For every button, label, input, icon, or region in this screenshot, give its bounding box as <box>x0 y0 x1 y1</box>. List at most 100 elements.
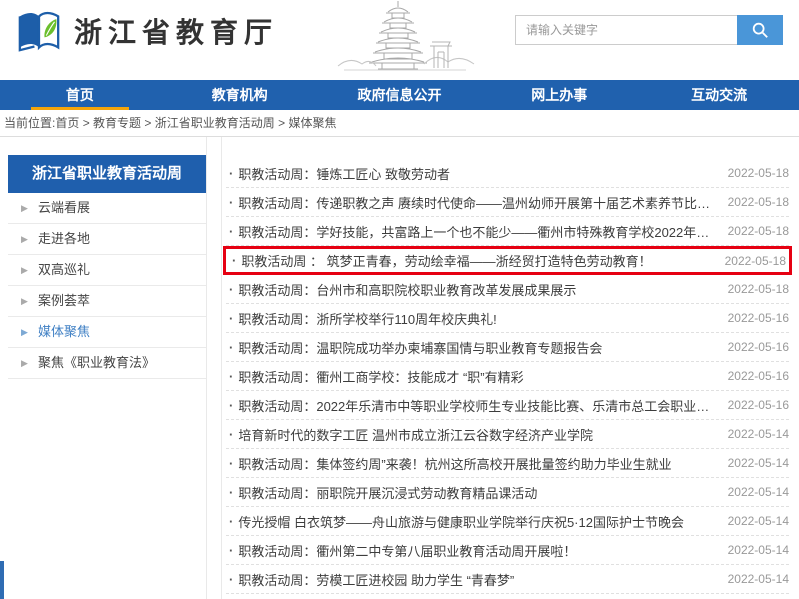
breadcrumb-item[interactable]: 媒体聚焦 <box>288 116 336 130</box>
news-row: · 职教活动周 ： 筑梦正青春，劳动绘幸福——浙经贸打造特色劳动教育！ 2022… <box>223 246 792 275</box>
news-row: · 职教活动周：学好技能，共富路上一个也不能少——衢州市特殊教育学校2022年职… <box>226 217 789 246</box>
nav-tab-label: 教育机构 <box>212 85 268 105</box>
news-date: 2022-05-14 <box>728 543 789 557</box>
bullet-icon: · <box>229 166 233 181</box>
breadcrumb: 当前位置:首页 > 教育专题 > 浙江省职业教育活动周 > 媒体聚焦 <box>0 110 799 137</box>
nav-tab-label: 互动交流 <box>691 85 747 105</box>
news-title-link[interactable]: 传光授帽 白衣筑梦——舟山旅游与健康职业学院举行庆祝5·12国际护士节晚会 <box>238 512 715 531</box>
breadcrumb-prefix: 当前位置: <box>4 116 55 130</box>
news-title-link[interactable]: 职教活动周 ： 筑梦正青春，劳动绘幸福——浙经贸打造特色劳动教育！ <box>241 251 712 270</box>
news-row: · 职教活动周：劳模工匠进校园 助力学生 “青春梦” 2022-05-14 <box>226 565 789 594</box>
sidebar-item[interactable]: ▶ 双高巡礼 <box>8 255 206 286</box>
news-title-link[interactable]: 职教活动周：集体签约周”来袭！杭州这所高校开展批量签约助力毕业生就业 <box>238 454 715 473</box>
news-date: 2022-05-18 <box>725 254 786 268</box>
sidebar-item-label: 走进各地 <box>38 231 90 246</box>
bullet-icon: · <box>229 282 233 297</box>
news-date: 2022-05-18 <box>728 224 789 238</box>
breadcrumb-item[interactable]: 教育专题 <box>93 116 141 130</box>
sidebar-item-label: 案例荟萃 <box>38 293 90 308</box>
news-title-link[interactable]: 职教活动周：传递职教之声 赓续时代使命——温州幼师开展第十届艺术素养节比赛暨职业… <box>238 193 715 212</box>
news-row: · 职教活动周：衢州第二中专第八届职业教育活动周开展啦！ 2022-05-14 <box>226 536 789 565</box>
nav-tab[interactable]: 政府信息公开 <box>320 80 480 110</box>
sidebar-item-label: 聚焦《职业教育法》 <box>38 355 155 370</box>
bullet-icon: · <box>229 543 233 558</box>
site-header: 浙江省教育厅 <box>0 0 799 80</box>
news-title-link[interactable]: 培育新时代的数字工匠 温州市成立浙江云谷数字经济产业学院 <box>238 425 715 444</box>
bullet-icon: · <box>229 195 233 210</box>
sidebar-item-label: 双高巡礼 <box>38 262 90 277</box>
bullet-icon: · <box>229 311 233 326</box>
news-title-link[interactable]: 职教活动周：温职院成功举办柬埔寨国情与职业教育专题报告会 <box>238 338 715 357</box>
search-input[interactable] <box>515 15 737 45</box>
nav-tab[interactable]: 网上办事 <box>479 80 639 110</box>
sidebar-item-label: 云端看展 <box>38 200 90 215</box>
bullet-icon: · <box>229 369 233 384</box>
news-title-link[interactable]: 职教活动周：学好技能，共富路上一个也不能少——衢州市特殊教育学校2022年职业教… <box>238 222 715 241</box>
breadcrumb-item[interactable]: 首页 <box>55 116 79 130</box>
bullet-icon: · <box>229 427 233 442</box>
news-title-link[interactable]: 职教活动周：锤炼工匠心 致敬劳动者 <box>238 164 715 183</box>
pagoda-sketch-icon <box>336 0 476 74</box>
page: 浙江省教育厅 首页教育机构政府信息公开网上办事互动交 <box>0 0 799 599</box>
chevron-right-icon: ▶ <box>21 317 28 347</box>
search-button[interactable] <box>737 15 783 45</box>
news-date: 2022-05-16 <box>728 340 789 354</box>
news-date: 2022-05-14 <box>728 427 789 441</box>
sidebar-menu: 浙江省职业教育活动周 ▶ 云端看展 ▶ 走进各地 ▶ 双高巡礼 ▶ 案例荟萃 ▶… <box>8 155 206 379</box>
news-row: · 职教活动周：浙所学校举行110周年校庆典礼! 2022-05-16 <box>226 304 789 333</box>
chevron-right-icon: ▶ <box>21 193 28 223</box>
sidebar-item[interactable]: ▶ 走进各地 <box>8 224 206 255</box>
bullet-icon: · <box>229 572 233 587</box>
nav-tab-label: 政府信息公开 <box>357 85 441 105</box>
news-row: · 培育新时代的数字工匠 温州市成立浙江云谷数字经济产业学院 2022-05-1… <box>226 420 789 449</box>
main-nav: 首页 教育机构 政府信息公开 网上办事 互动交流 <box>0 80 799 110</box>
nav-tab[interactable]: 首页 <box>0 80 160 110</box>
breadcrumb-item[interactable]: 浙江省职业教育活动周 <box>155 116 275 130</box>
sidebar-title: 浙江省职业教育活动周 <box>8 155 206 193</box>
bullet-icon: · <box>229 456 233 471</box>
bullet-icon: · <box>232 253 236 268</box>
sidebar-item[interactable]: ▶ 案例荟萃 <box>8 286 206 317</box>
corner-accent-strip <box>0 561 4 599</box>
news-row: · 职教活动周：2022年乐清市中等职业学校师生专业技能比赛、乐清市总工会职业技… <box>226 391 789 420</box>
news-row: · 传光授帽 白衣筑梦——舟山旅游与健康职业学院举行庆祝5·12国际护士节晚会 … <box>226 507 789 536</box>
nav-tab[interactable]: 互动交流 <box>639 80 799 110</box>
sidebar-item[interactable]: ▶ 云端看展 <box>8 193 206 224</box>
news-row: · 职教活动周：台州市和高职院校职业教育改革发展成果展示 2022-05-18 <box>226 275 789 304</box>
news-date: 2022-05-14 <box>728 572 789 586</box>
search-icon <box>751 21 769 39</box>
logo-link[interactable]: 浙江省教育厅 <box>16 10 278 52</box>
chevron-right-icon: ▶ <box>21 255 28 285</box>
sidebar-item[interactable]: ▶ 聚焦《职业教育法》 <box>8 348 206 379</box>
news-title-link[interactable]: 职教活动周：丽职院开展沉浸式劳动教育精品课活动 <box>238 483 715 502</box>
sidebar-item-label: 媒体聚焦 <box>38 324 90 339</box>
bullet-icon: · <box>229 514 233 529</box>
nav-tab[interactable]: 教育机构 <box>160 80 320 110</box>
news-title-link[interactable]: 职教活动周：2022年乐清市中等职业学校师生专业技能比赛、乐清市总工会职业技术学… <box>238 396 715 415</box>
bullet-icon: · <box>229 398 233 413</box>
nav-tab-label: 网上办事 <box>531 85 587 105</box>
news-date: 2022-05-14 <box>728 485 789 499</box>
news-title-link[interactable]: 职教活动周：衢州第二中专第八届职业教育活动周开展啦！ <box>238 541 715 560</box>
news-row: · 职教活动周：锤炼工匠心 致敬劳动者 2022-05-18 <box>226 159 789 188</box>
news-date: 2022-05-14 <box>728 456 789 470</box>
chevron-right-icon: ▶ <box>21 224 28 254</box>
bullet-icon: · <box>229 485 233 500</box>
search-bar <box>515 15 783 45</box>
content-area: 浙江省职业教育活动周 ▶ 云端看展 ▶ 走进各地 ▶ 双高巡礼 ▶ 案例荟萃 ▶… <box>0 137 799 599</box>
news-list: · 职教活动周：锤炼工匠心 致敬劳动者 2022-05-18 · 职教活动周：传… <box>221 137 799 599</box>
site-title: 浙江省教育厅 <box>74 11 278 51</box>
news-title-link[interactable]: 职教活动周：衢州工商学校：技能成才 “职”有精彩 <box>238 367 715 386</box>
open-book-leaf-icon <box>16 10 62 52</box>
news-title-link[interactable]: 职教活动周：浙所学校举行110周年校庆典礼! <box>238 309 715 328</box>
news-date: 2022-05-18 <box>728 166 789 180</box>
news-row: · 职教活动周：传递职教之声 赓续时代使命——温州幼师开展第十届艺术素养节比赛暨… <box>226 188 789 217</box>
news-date: 2022-05-14 <box>728 514 789 528</box>
chevron-right-icon: ▶ <box>21 348 28 378</box>
news-title-link[interactable]: 职教活动周：劳模工匠进校园 助力学生 “青春梦” <box>238 570 715 589</box>
news-title-link[interactable]: 职教活动周：台州市和高职院校职业教育改革发展成果展示 <box>238 280 715 299</box>
news-row: · 职教活动周：衢州工商学校：技能成才 “职”有精彩 2022-05-16 <box>226 362 789 391</box>
news-date: 2022-05-16 <box>728 311 789 325</box>
news-date: 2022-05-18 <box>728 195 789 209</box>
sidebar-item[interactable]: ▶ 媒体聚焦 <box>8 317 206 348</box>
